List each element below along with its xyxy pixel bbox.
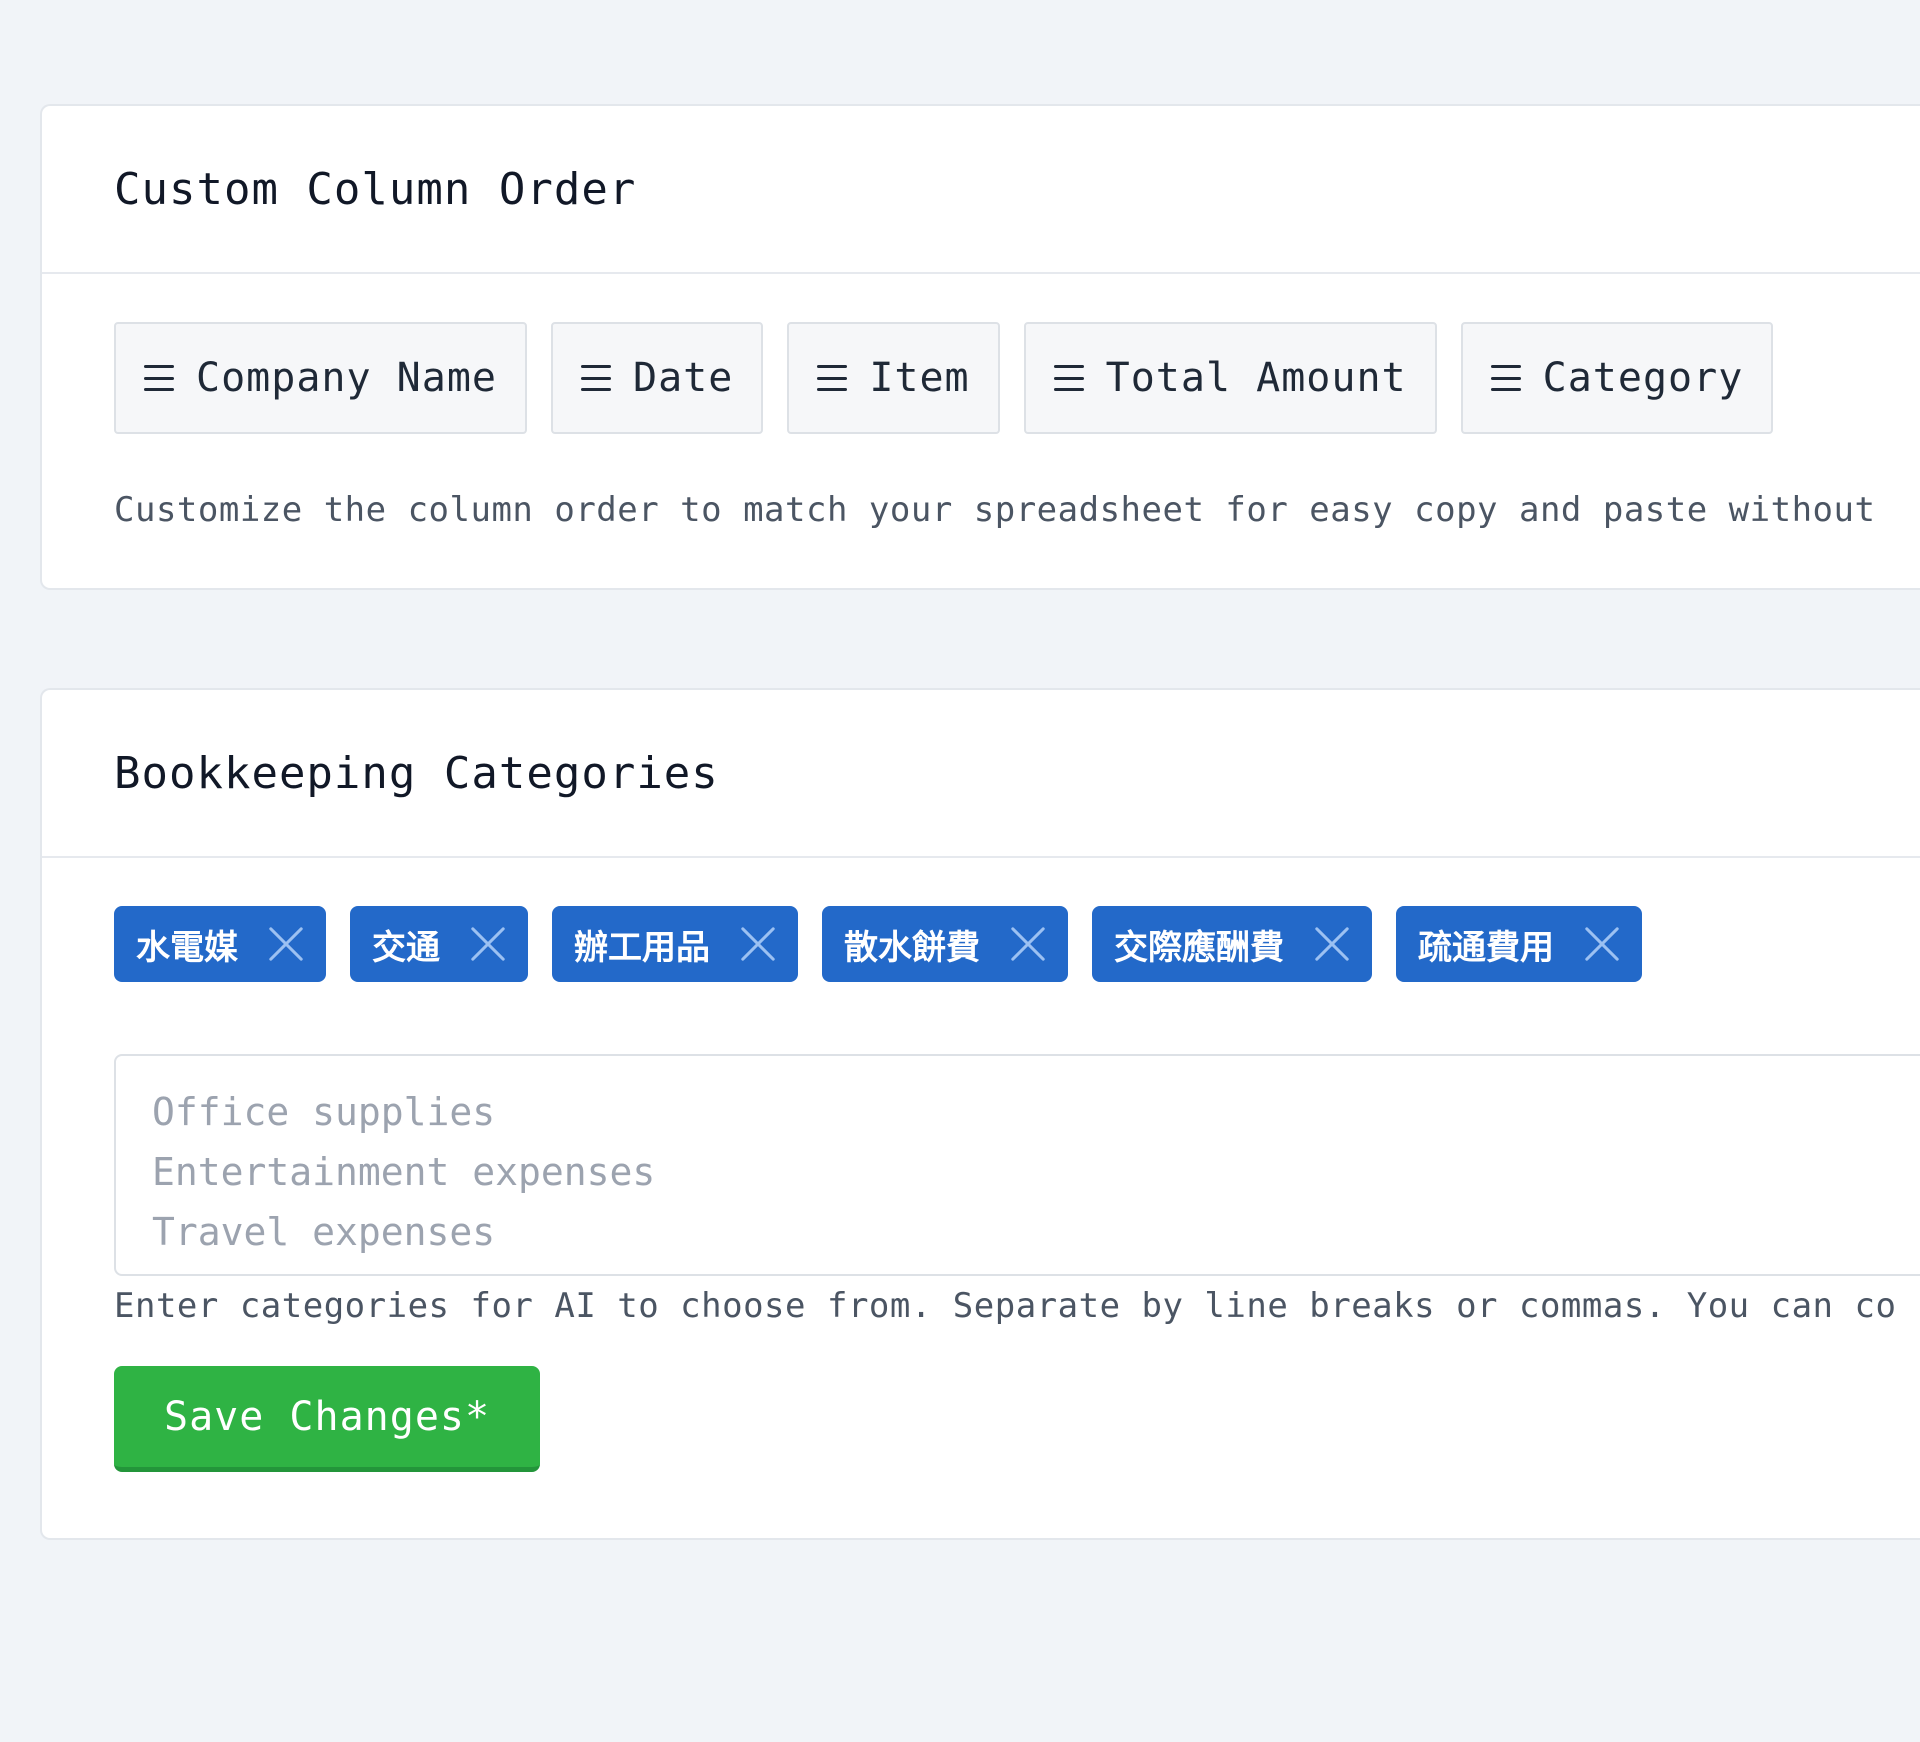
column-order-card: Custom Column Order Company Name Date It…	[40, 104, 1920, 590]
category-tag-list: 水電媒 交通 辦工用品 散水餅費 交際應酬費 疏通費用	[114, 906, 1920, 982]
column-order-body: Company Name Date Item Total Amount Cate…	[42, 322, 1920, 530]
category-tag-label: 交際應酬費	[1114, 927, 1284, 968]
close-icon[interactable]	[470, 926, 506, 962]
categories-help-text: Enter categories for AI to choose from. …	[114, 1286, 1897, 1326]
category-tag: 疏通費用	[1396, 906, 1642, 982]
drag-handle-icon[interactable]	[1490, 365, 1521, 391]
category-tag-label: 散水餅費	[844, 927, 980, 968]
column-chip-label: Category	[1542, 355, 1744, 401]
category-tag-label: 辦工用品	[574, 927, 710, 968]
bookkeeping-title: Bookkeeping Categories	[114, 747, 719, 799]
column-chip-date[interactable]: Date	[550, 322, 764, 434]
column-chip-company-name[interactable]: Company Name	[114, 322, 527, 434]
column-order-help-text: Customize the column order to match your…	[114, 490, 1876, 530]
close-icon[interactable]	[740, 926, 776, 962]
bookkeeping-categories-card: Bookkeeping Categories 水電媒 交通 辦工用品 散水餅費 …	[40, 688, 1920, 1540]
category-tag: 水電媒	[114, 906, 326, 982]
drag-handle-icon[interactable]	[817, 365, 848, 391]
column-chip-item[interactable]: Item	[787, 322, 1000, 434]
drag-handle-icon[interactable]	[144, 365, 174, 391]
save-changes-button[interactable]: Save Changes*	[114, 1366, 541, 1472]
column-chip-total-amount[interactable]: Total Amount	[1023, 322, 1437, 434]
category-tag-label: 水電媒	[136, 927, 238, 968]
drag-handle-icon[interactable]	[580, 365, 611, 391]
column-chip-list: Company Name Date Item Total Amount Cate…	[114, 322, 1920, 434]
close-icon[interactable]	[1314, 926, 1350, 962]
column-chip-label: Date	[632, 355, 734, 401]
category-tag: 交際應酬費	[1092, 906, 1372, 982]
column-chip-label: Item	[869, 355, 970, 401]
category-tag-label: 疏通費用	[1418, 927, 1554, 968]
close-icon[interactable]	[1010, 926, 1046, 962]
column-order-header: Custom Column Order	[42, 106, 1920, 274]
column-chip-label: Total Amount	[1105, 355, 1407, 401]
bookkeeping-body: 水電媒 交通 辦工用品 散水餅費 交際應酬費 疏通費用 Office suppl…	[42, 906, 1920, 1472]
category-tag: 交通	[350, 906, 528, 982]
column-order-title: Custom Column Order	[114, 163, 637, 215]
categories-textarea[interactable]	[114, 1054, 1920, 1276]
close-icon[interactable]	[268, 926, 304, 962]
bookkeeping-header: Bookkeeping Categories	[42, 690, 1920, 858]
category-tag-label: 交通	[372, 927, 440, 968]
category-tag: 散水餅費	[822, 906, 1068, 982]
category-tag: 辦工用品	[552, 906, 798, 982]
close-icon[interactable]	[1584, 926, 1620, 962]
drag-handle-icon[interactable]	[1053, 365, 1084, 391]
column-chip-category[interactable]: Category	[1460, 322, 1774, 434]
column-chip-label: Company Name	[196, 355, 497, 401]
